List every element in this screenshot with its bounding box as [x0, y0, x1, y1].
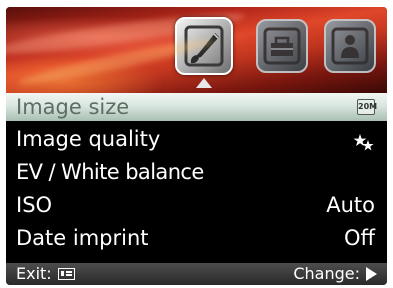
menu-item-image-quality[interactable]: Image quality: [6, 123, 387, 156]
button-guide-bar: Exit: Change:: [6, 263, 387, 285]
right-arrow-icon: [366, 267, 377, 281]
brush-icon: [184, 25, 224, 67]
menu-item-label: ISO: [16, 193, 53, 217]
menu-key-icon: [57, 268, 75, 280]
exit-hint: Exit:: [16, 263, 75, 285]
menu-item-label: EV / White balance: [16, 160, 204, 184]
person-settings-icon: [331, 27, 369, 65]
quality-stars-icon: [353, 130, 375, 150]
tab-setup[interactable]: [324, 19, 376, 73]
menu-item-label: Image size: [16, 95, 130, 119]
active-tab-pointer: [196, 78, 212, 88]
menu-item-label: Date imprint: [16, 226, 149, 250]
change-hint: Change:: [293, 263, 377, 285]
tab-tools[interactable]: [256, 19, 308, 73]
tab-shooting[interactable]: [175, 17, 233, 75]
menu-item-iso[interactable]: ISO Auto: [6, 189, 387, 222]
menu-item-value: Off: [344, 226, 375, 250]
menu-item-label: Image quality: [16, 127, 161, 151]
camera-menu-screen: Image size 20M Image quality EV / White …: [6, 7, 387, 285]
menu-header: [6, 7, 387, 93]
menu-item-value: Auto: [326, 193, 375, 217]
settings-menu: Image size 20M Image quality EV / White …: [6, 93, 387, 255]
image-size-icon: 20M: [357, 99, 377, 115]
change-label: Change:: [293, 264, 360, 283]
menu-item-ev-white-balance[interactable]: EV / White balance: [6, 156, 387, 189]
exit-label: Exit:: [16, 264, 52, 283]
menu-item-date-imprint[interactable]: Date imprint Off: [6, 222, 387, 255]
menu-item-image-size[interactable]: Image size 20M: [6, 93, 387, 121]
toolbox-icon: [263, 27, 301, 65]
